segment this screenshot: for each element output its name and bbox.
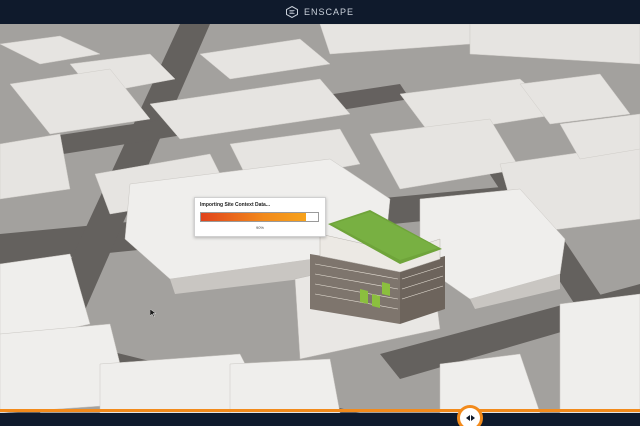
bottom-accent-line [0, 409, 640, 412]
import-dialog-title: Importing Site Context Data... [200, 202, 271, 208]
enscape-logo-icon [285, 6, 298, 18]
brand-name: ENSCAPE [303, 7, 354, 17]
bottom-bar [0, 413, 640, 426]
import-progress-dialog: Importing Site Context Data... 90% [194, 197, 326, 237]
arrow-right-icon [470, 415, 475, 421]
enscape-window: ENSCAPE Importing Site Context Data... 9… [0, 0, 640, 426]
title-bar: ENSCAPE [0, 0, 640, 24]
left-right-arrows-button[interactable] [457, 405, 483, 426]
import-progress-fill [201, 213, 307, 221]
mouse-cursor-icon [150, 309, 156, 317]
arrow-left-icon [465, 415, 470, 421]
import-progress-percent: 90% [255, 225, 264, 230]
import-progress-bar [200, 212, 319, 222]
